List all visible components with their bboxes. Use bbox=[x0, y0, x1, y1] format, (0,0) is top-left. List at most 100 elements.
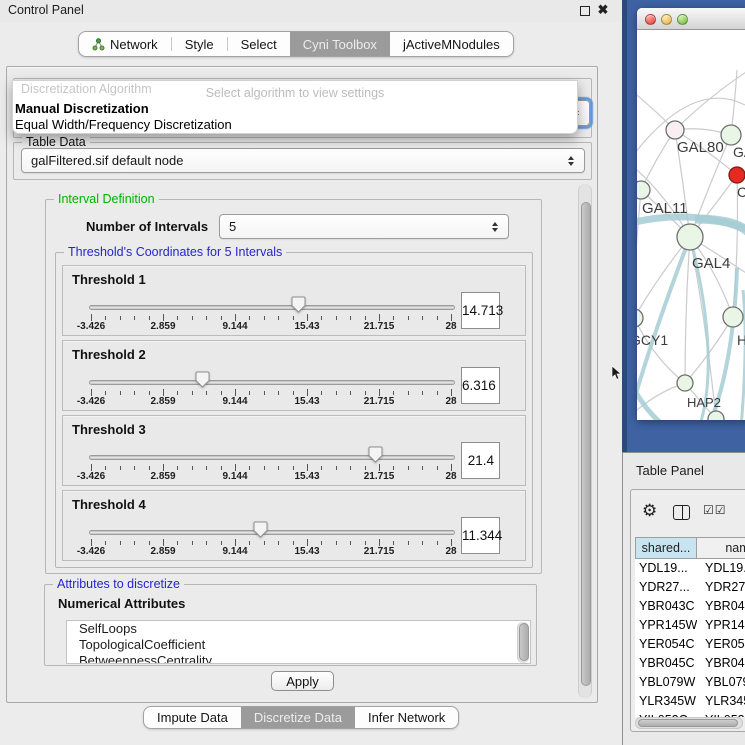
slider-tick bbox=[264, 316, 265, 320]
number-of-intervals-combobox[interactable]: 5 bbox=[219, 214, 509, 239]
tab-network[interactable]: Network bbox=[79, 32, 171, 56]
threshold-4-slider-thumb[interactable] bbox=[253, 521, 268, 538]
slider-tick bbox=[437, 391, 438, 395]
tab-label: Select bbox=[241, 37, 277, 52]
network-node[interactable] bbox=[677, 375, 693, 391]
slider-tick bbox=[278, 316, 279, 320]
network-edge[interactable] bbox=[637, 380, 667, 420]
table-row[interactable]: YPR145WYPR145W bbox=[635, 616, 745, 635]
tab-impute-data[interactable]: Impute Data bbox=[144, 707, 241, 728]
slider-tick bbox=[221, 316, 222, 320]
apply-button[interactable]: Apply bbox=[271, 671, 334, 691]
threshold-1-slider-track[interactable] bbox=[89, 305, 455, 310]
algorithm-option-equal-width-frequency-discretization[interactable]: Equal Width/Frequency Discretization bbox=[15, 117, 232, 132]
slider-tick bbox=[192, 391, 193, 395]
slider-tick-label: 9.144 bbox=[205, 471, 265, 482]
threshold-panel-4: Threshold 4-3.4262.8599.14415.4321.71528… bbox=[62, 490, 526, 561]
tab-discretize-data[interactable]: Discretize Data bbox=[241, 707, 355, 728]
slider-tick-label: -3.426 bbox=[61, 396, 121, 407]
control-panel-title: Control Panel bbox=[8, 3, 84, 17]
screen: Control Panel ✖ NetworkStyle Select Cyni T… bbox=[0, 0, 745, 745]
network-node[interactable] bbox=[729, 167, 745, 183]
slider-tick-label: 15.43 bbox=[277, 396, 337, 407]
network-node[interactable] bbox=[637, 181, 650, 199]
table-row[interactable]: YER054CYER054C bbox=[635, 635, 745, 654]
minimize-window-icon[interactable] bbox=[661, 14, 672, 25]
attributes-group-label: Attributes to discretize bbox=[53, 577, 184, 592]
algorithm-dropdown-popup: Discretization Algorithm Select algorith… bbox=[12, 80, 578, 134]
slider-tick bbox=[221, 466, 222, 470]
attribute-item-selfloops[interactable]: SelfLoops bbox=[67, 621, 530, 637]
panel-vertical-scrollbar[interactable] bbox=[578, 184, 592, 698]
tab-jactivemnodules[interactable]: jActiveMNodules bbox=[390, 32, 513, 56]
slider-tick bbox=[422, 391, 423, 395]
slider-tick bbox=[105, 541, 106, 545]
table-row[interactable]: YBR043CYBR043C bbox=[635, 597, 745, 616]
attributes-list-scrollbar[interactable] bbox=[517, 622, 529, 663]
threshold-3-value-input[interactable]: 21.4 bbox=[461, 442, 500, 479]
slider-tick bbox=[235, 314, 236, 321]
threshold-2-slider-track[interactable] bbox=[89, 380, 455, 385]
network-edge[interactable] bbox=[637, 383, 685, 415]
threshold-1-value-input[interactable]: 14.713 bbox=[461, 292, 500, 329]
close-panel-icon[interactable]: ✖ bbox=[597, 4, 609, 16]
numerical-attributes-list: SelfLoopsTopologicalCoefficientBetweenne… bbox=[66, 620, 531, 664]
slider-tick bbox=[379, 314, 380, 321]
float-window-icon[interactable] bbox=[580, 6, 590, 16]
column-header-shared-[interactable]: shared... bbox=[635, 537, 697, 559]
threshold-3-slider-track[interactable] bbox=[89, 455, 455, 460]
threshold-2-value-input[interactable]: 6.316 bbox=[461, 367, 500, 404]
tab-style[interactable]: Style bbox=[172, 32, 227, 56]
network-node[interactable] bbox=[666, 121, 684, 139]
table-row[interactable]: YBR045CYBR045C bbox=[635, 654, 745, 673]
network-node[interactable] bbox=[637, 309, 643, 327]
threshold-1-slider-thumb[interactable] bbox=[291, 296, 306, 313]
tab-infer-network[interactable]: Infer Network bbox=[355, 707, 458, 728]
table-row[interactable]: YLR345WYLR345W bbox=[635, 692, 745, 711]
slider-tick bbox=[249, 391, 250, 395]
table-row[interactable]: YDR27...YDR27... bbox=[635, 578, 745, 597]
attribute-item-topologicalcoefficient[interactable]: TopologicalCoefficient bbox=[67, 637, 530, 653]
panel-vertical-scrollbar-thumb[interactable] bbox=[581, 202, 591, 686]
network-node[interactable] bbox=[723, 307, 743, 327]
interval-definition-group-label: Interval Definition bbox=[54, 192, 159, 207]
table-row[interactable]: YDL19...YDL19... bbox=[635, 559, 745, 578]
network-canvas[interactable]: GAL80GACGAL11GAL4GCY1HHAP2 bbox=[637, 30, 745, 420]
threshold-4-slider-track[interactable] bbox=[89, 530, 455, 535]
network-node[interactable] bbox=[721, 125, 741, 145]
table-horizontal-scrollbar-thumb[interactable] bbox=[638, 719, 738, 727]
slider-tick bbox=[235, 464, 236, 471]
threshold-4-value-input[interactable]: 11.344 bbox=[461, 517, 500, 554]
split-columns-icon[interactable] bbox=[673, 505, 690, 520]
close-window-icon[interactable] bbox=[645, 14, 656, 25]
tab-label: Cyni Toolbox bbox=[303, 37, 377, 52]
network-window-titlebar[interactable] bbox=[637, 8, 745, 30]
tab-cyni-toolbox[interactable]: Cyni Toolbox bbox=[290, 32, 390, 56]
select-columns-icon[interactable]: ☑☑ bbox=[703, 503, 727, 517]
slider-tick bbox=[120, 541, 121, 545]
node-label: GA bbox=[733, 144, 745, 160]
table-horizontal-scrollbar[interactable] bbox=[635, 717, 743, 729]
slider-tick bbox=[379, 539, 380, 546]
gear-icon[interactable]: ⚙ bbox=[642, 502, 657, 519]
slider-tick bbox=[120, 391, 121, 395]
table-data-combobox[interactable]: galFiltered.sif default node bbox=[21, 148, 585, 173]
slider-tick bbox=[336, 541, 337, 545]
table-data-selected-value: galFiltered.sif default node bbox=[31, 153, 183, 168]
network-edge[interactable] bbox=[685, 237, 690, 383]
attributes-list-scrollbar-thumb[interactable] bbox=[519, 623, 529, 661]
table-row[interactable]: YBL079WYBL079W bbox=[635, 673, 745, 692]
zoom-window-icon[interactable] bbox=[677, 14, 688, 25]
threshold-3-slider-thumb[interactable] bbox=[368, 446, 383, 463]
tab-select[interactable]: Select bbox=[228, 32, 290, 56]
slider-tick bbox=[379, 389, 380, 396]
algorithm-option-manual-discretization[interactable]: Manual Discretization bbox=[15, 101, 149, 116]
attribute-item-betweennesscentrality[interactable]: BetweennessCentrality bbox=[67, 653, 530, 664]
column-header-name[interactable]: name bbox=[696, 537, 745, 559]
slider-tick bbox=[134, 316, 135, 320]
slider-tick bbox=[336, 391, 337, 395]
table-panel-title: Table Panel bbox=[636, 463, 704, 478]
network-node[interactable] bbox=[677, 224, 703, 250]
network-edge[interactable] bbox=[741, 290, 745, 420]
threshold-2-slider-thumb[interactable] bbox=[195, 371, 210, 388]
